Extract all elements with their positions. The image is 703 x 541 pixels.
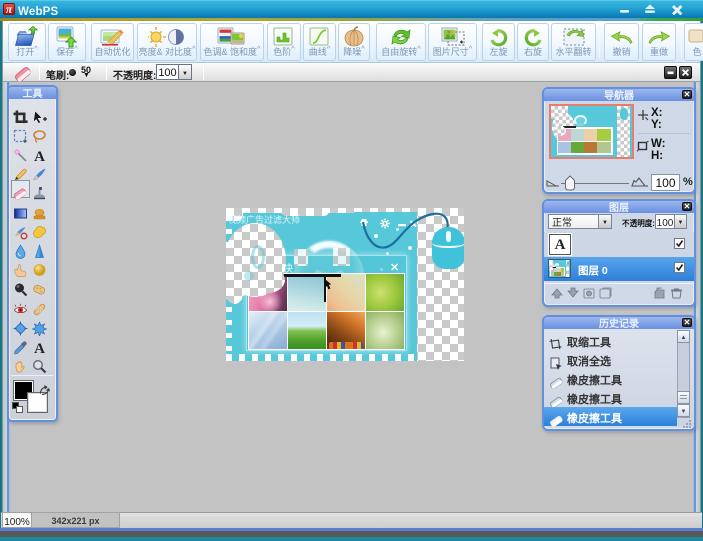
svg-text:A: A	[34, 149, 45, 163]
svg-text:A: A	[34, 341, 45, 355]
